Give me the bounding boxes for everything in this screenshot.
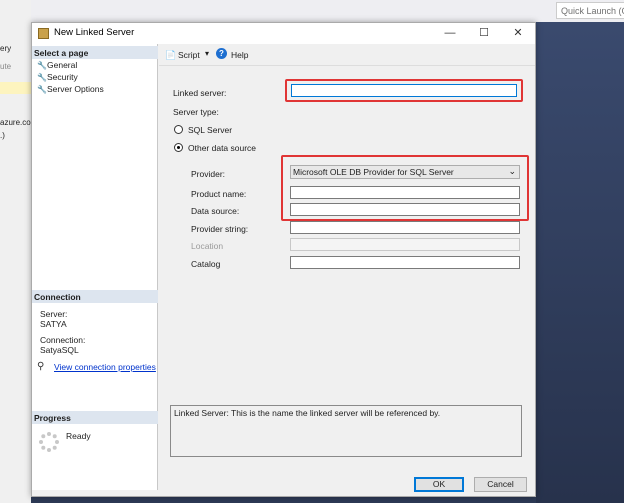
cancel-button[interactable]: Cancel	[474, 477, 527, 492]
page-item-server-options[interactable]: 🔧Server Options	[37, 84, 104, 94]
provider-string-input[interactable]	[290, 221, 520, 234]
ide-server-fragment-2: .)	[0, 131, 5, 140]
connection-header: Connection	[32, 290, 158, 303]
script-button[interactable]: Script	[178, 50, 200, 60]
general-page: Linked server: Server type: SQL Server O…	[159, 66, 535, 459]
ide-menu-fragment: ery	[0, 44, 12, 53]
location-input	[290, 238, 520, 251]
wrench-icon: 🔧	[37, 61, 47, 70]
progress-status: Ready	[66, 431, 91, 441]
linked-server-label: Linked server:	[173, 88, 227, 98]
location-label: Location	[191, 241, 224, 251]
view-connection-properties-link[interactable]: View connection properties	[54, 362, 156, 372]
server-icon	[38, 28, 49, 39]
dialog-title: New Linked Server	[54, 27, 135, 38]
ide-background-pane	[536, 22, 624, 503]
left-pane: Select a page 🔧General 🔧Security 🔧Server…	[32, 44, 158, 490]
data-source-label: Data source:	[191, 206, 240, 216]
server-type-label: Server type:	[173, 107, 219, 117]
dialog-footer: OK Cancel	[159, 473, 535, 496]
wrench-icon: 🔧	[37, 73, 47, 82]
connection-label: Connection:	[40, 335, 86, 345]
script-dropdown-icon[interactable]: ▾	[205, 49, 209, 58]
other-data-source-option-label: Other data source	[188, 143, 257, 153]
description-panel: Linked Server: This is the name the link…	[170, 405, 522, 457]
data-source-input[interactable]	[290, 203, 520, 216]
ide-server-fragment: azure.co	[0, 118, 31, 127]
ide-left-panel: ery ute azure.co .)	[0, 0, 31, 503]
progress-spinner-icon	[39, 432, 59, 452]
page-item-security[interactable]: 🔧Security	[37, 72, 78, 82]
connection-properties-icon: ⚲	[37, 361, 45, 372]
title-bar: New Linked Server — ☐ ✕	[32, 23, 535, 44]
script-icon: 📄	[165, 50, 177, 60]
catalog-label: Catalog	[191, 259, 221, 269]
product-name-input[interactable]	[290, 186, 520, 199]
ide-toolbar-fragment: ute	[0, 62, 12, 71]
ide-pinned-tab	[0, 82, 31, 94]
close-button[interactable]: ✕	[501, 23, 535, 44]
ide-toolbar-strip	[0, 0, 624, 22]
sql-server-radio[interactable]	[174, 125, 183, 134]
select-page-header: Select a page	[32, 46, 158, 59]
provider-label: Provider:	[191, 169, 226, 179]
server-value: SATYA	[40, 319, 67, 329]
help-button[interactable]: Help	[231, 50, 248, 60]
product-name-label: Product name:	[191, 189, 247, 199]
sql-server-option-label: SQL Server	[188, 125, 233, 135]
description-text: Linked Server: This is the name the link…	[174, 408, 441, 418]
ok-button[interactable]: OK	[414, 477, 464, 492]
quick-launch-input[interactable]: Quick Launch (C	[556, 2, 624, 19]
page-item-general[interactable]: 🔧General	[37, 60, 77, 70]
help-icon: ?	[216, 48, 227, 59]
progress-header: Progress	[32, 411, 158, 424]
provider-string-label: Provider string:	[191, 224, 249, 234]
catalog-input[interactable]	[290, 256, 520, 269]
server-label: Server:	[40, 309, 68, 319]
connection-value: SatyaSQL	[40, 345, 79, 355]
minimize-button[interactable]: —	[433, 23, 467, 44]
provider-select[interactable]: Microsoft OLE DB Provider for SQL Server…	[290, 165, 520, 179]
wrench-icon: 🔧	[37, 85, 47, 94]
highlight-box-linked-server	[285, 79, 523, 102]
dialog-toolbar: 📄 Script ▾ ? Help	[159, 44, 535, 66]
other-data-source-radio[interactable]	[174, 143, 183, 152]
chevron-down-icon: ⌄	[508, 166, 516, 176]
new-linked-server-dialog: New Linked Server — ☐ ✕ Select a page 🔧G…	[31, 22, 536, 497]
maximize-button[interactable]: ☐	[467, 23, 501, 44]
provider-selected-value: Microsoft OLE DB Provider for SQL Server	[293, 167, 454, 177]
